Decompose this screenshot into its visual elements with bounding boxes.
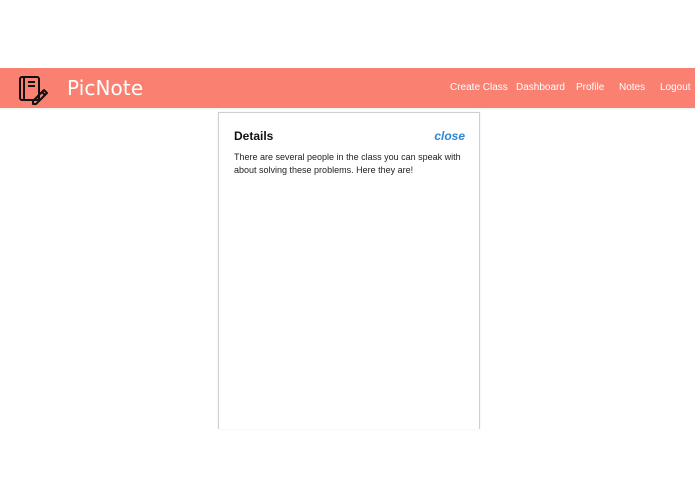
notebook-pencil-icon[interactable]: [17, 74, 49, 106]
nav-logout[interactable]: Logout: [660, 81, 691, 95]
details-panel: Details close There are several people i…: [218, 112, 480, 429]
close-button[interactable]: close: [434, 129, 465, 144]
nav-notes[interactable]: Notes: [619, 81, 645, 95]
panel-body-text: There are several people in the class yo…: [234, 152, 461, 175]
panel-title: Details: [234, 129, 274, 143]
nav-create-class[interactable]: Create Class: [450, 81, 508, 95]
nav-dashboard[interactable]: Dashboard: [516, 81, 565, 95]
nav-profile[interactable]: Profile: [576, 81, 604, 95]
page: PicNote Create Class Dashboard Profile N…: [0, 0, 695, 494]
top-navbar: PicNote Create Class Dashboard Profile N…: [0, 68, 695, 108]
brand-title[interactable]: PicNote: [67, 76, 143, 100]
